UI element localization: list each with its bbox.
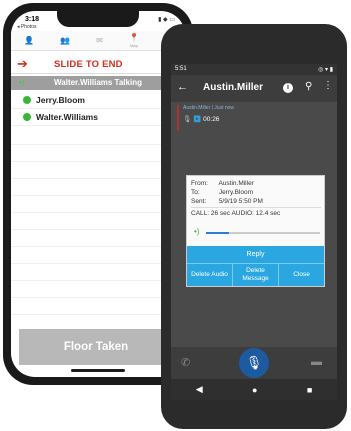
from-row: From: Austin.Miller [191,180,254,187]
from-value: Austin.Miller [218,180,254,187]
iphone-screen: 3:18 ◂ Photos ▮ ◆ ▭ 👤 👥 ✉ 📍 Map •) [11,11,185,377]
home-indicator[interactable] [71,369,125,372]
sent-row: Sent: 5/9/19 5:50 PM [191,198,263,205]
close-button[interactable]: Close [279,264,324,286]
speaker-wave-icon[interactable]: •) [194,227,199,236]
participant-name: Jerry.Bloom [36,95,85,105]
message-details-dialog: From: Austin.Miller To: Jerry.Bloom Sent… [186,175,325,287]
audio-message[interactable]: Austin.Miller | Just now 🎙 ▶ 00:26 [177,105,257,131]
conversation-title: Austin.Miller [203,82,264,93]
delete-message-line2: Message [242,275,269,282]
nav-recents-icon[interactable]: ■ [307,385,312,395]
to-label: To: [191,189,200,196]
from-label: From: [191,180,208,187]
divider [191,207,321,208]
list-item[interactable]: Walter.Williams [11,109,185,126]
slide-to-end-bar[interactable]: ➔ SLIDE TO END [11,54,185,74]
android-screen: 5:51 ◎ ▾ ▮ ← Austin.Miller i ⚲ ⋮ Austin.… [171,64,337,400]
search-icon[interactable]: ⚲ [305,81,312,92]
delete-message-line1: Delete [246,267,265,274]
toolbar-map[interactable]: 📍 Map [129,33,139,48]
talking-status-bar: •) Walter.Williams Talking [11,76,185,90]
sent-label: Sent: [191,198,207,205]
chat-icon[interactable]: ▬ [311,356,322,368]
android-status-icons: ◎ ▾ ▮ [318,67,333,73]
info-icon[interactable]: i [283,83,293,93]
iphone-notch [57,11,139,27]
sent-value: 5/9/19 5:50 PM [218,198,263,205]
person-icon: 👤 [24,35,35,45]
phone-icon[interactable]: ✆ [181,356,190,369]
ios-toolbar: 👤 👥 ✉ 📍 Map •) Call [11,31,185,51]
nav-back-icon[interactable]: ◀ [196,384,203,395]
audio-progress-fill [206,232,229,234]
android-app-bar: ← Austin.Miller i ⚲ ⋮ [171,75,337,102]
floor-taken-button[interactable]: Floor Taken [19,329,173,365]
nav-home-icon[interactable]: ● [252,385,257,395]
mic-icon: 🎙 [183,116,192,123]
online-status-icon [23,113,31,121]
ios-time: 3:18 [25,16,40,23]
participant-name: Walter.Williams [36,112,98,122]
group-icon: 👥 [60,35,71,45]
location-icon: 📍 [128,33,139,42]
call-info: CALL: 26 sec AUDIO: 12.4 sec [191,210,281,217]
talking-status-text: Walter.Williams Talking [54,78,142,87]
to-value: Jerry.Bloom [218,189,254,196]
toolbar-message[interactable]: ✉ [96,36,103,46]
online-status-icon [23,96,31,104]
back-arrow-icon[interactable]: ← [177,81,188,93]
toolbar-group[interactable]: 👥 [60,36,70,46]
toolbar-label: Map [130,43,138,48]
android-nav-bar: ◀ ● ■ [171,379,337,400]
push-to-talk-mic-button[interactable]: 🎙 [239,348,269,378]
android-bottom-bar: ✆ 🎙 ▬ [171,347,337,379]
play-icon[interactable]: ▶ [193,116,201,123]
ios-status-icons: ▮ ◆ ▭ [158,17,175,23]
android-device: 5:51 ◎ ▾ ▮ ← Austin.Miller i ⚲ ⋮ Austin.… [161,24,347,429]
delete-message-button[interactable]: Delete Message [233,264,279,286]
message-icon: ✉ [96,35,103,45]
slide-to-end-label: SLIDE TO END [54,59,123,70]
android-time: 5:51 [175,66,187,72]
to-row: To: Jerry.Bloom [191,189,253,196]
audio-duration: 00:26 [203,116,220,123]
android-status-bar: 5:51 ◎ ▾ ▮ [171,64,337,75]
overflow-menu-icon[interactable]: ⋮ [323,80,333,91]
empty-list-area [11,128,185,328]
ios-back-link[interactable]: ◂ Photos [17,24,36,30]
toolbar-person[interactable]: 👤 [24,36,34,46]
reply-button[interactable]: Reply [187,246,324,264]
audio-progress-bar[interactable] [206,232,320,234]
message-sender: Austin.Miller | Just now [183,105,235,111]
participant-list: Jerry.Bloom Walter.Williams [11,92,185,126]
dialog-actions: Delete Audio Delete Message Close [187,264,324,286]
arrow-right-icon[interactable]: ➔ [17,57,28,70]
audio-player[interactable]: 🎙 ▶ 00:26 [183,115,257,123]
delete-message-label: Delete Message [242,267,268,283]
delete-audio-button[interactable]: Delete Audio [187,264,233,286]
list-item[interactable]: Jerry.Bloom [11,92,185,109]
